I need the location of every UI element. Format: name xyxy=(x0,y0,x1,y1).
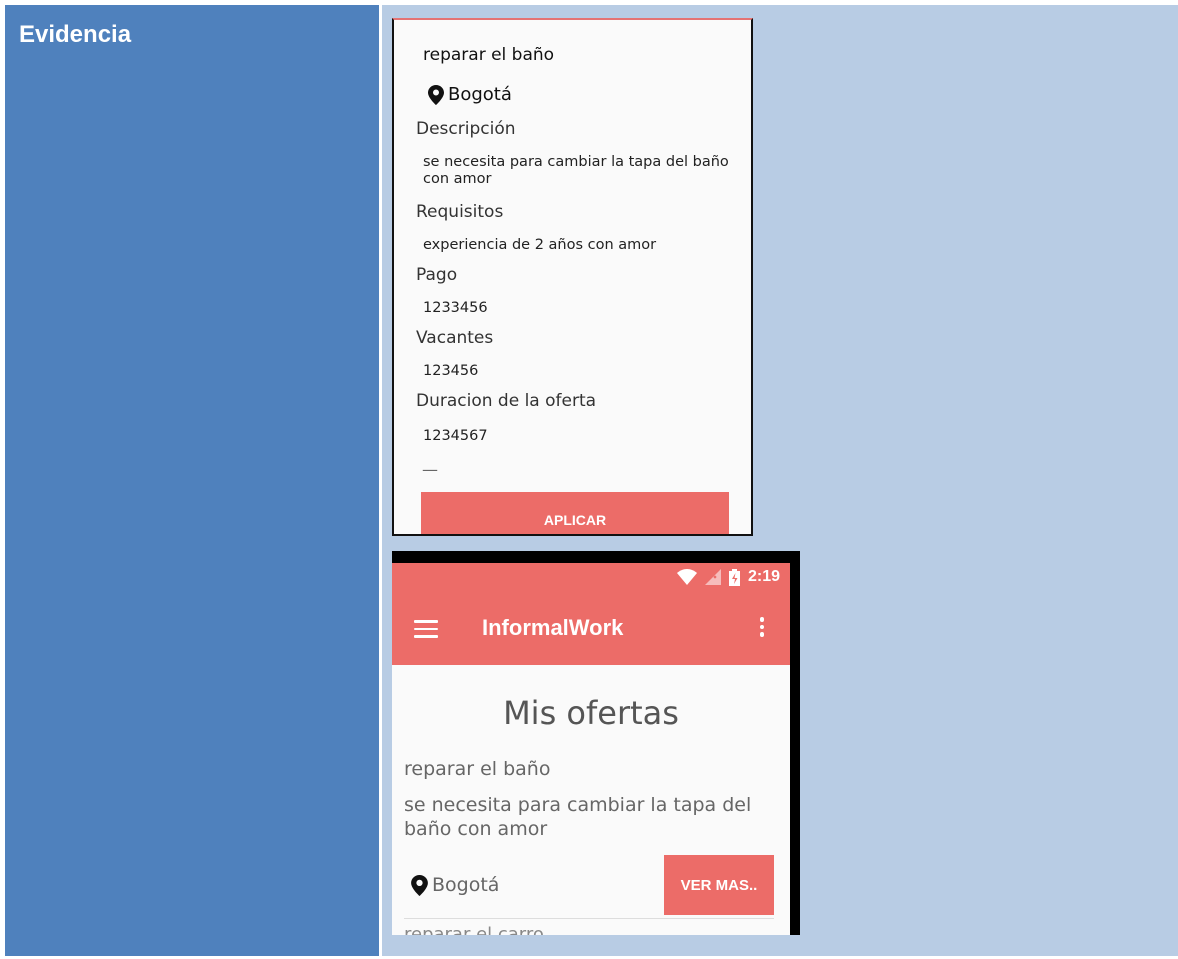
app-title: InformalWork xyxy=(482,615,624,640)
label-cell: Evidencia xyxy=(5,5,382,956)
battery-icon xyxy=(728,568,740,586)
page-title: Mis ofertas xyxy=(503,694,679,732)
offer-title: reparar el baño xyxy=(423,45,555,65)
evidence-table: Evidencia reparar el baño Bogotá Descrip… xyxy=(5,5,1178,956)
offer-card-description: se necesita para cambiar la tapa del bañ… xyxy=(404,794,752,840)
requirements-header: Requisitos xyxy=(416,202,504,222)
my-offers-screenshot: 2:19 InformalWork Mis ofertas reparar el… xyxy=(392,551,800,935)
vacancies-header: Vacantes xyxy=(416,328,494,348)
location-pin-icon xyxy=(428,84,444,105)
list-divider xyxy=(404,918,774,919)
offers-content: Mis ofertas reparar el baño se necesita … xyxy=(392,665,790,935)
hamburger-menu-icon[interactable] xyxy=(414,620,438,638)
duration-header: Duracion de la oferta xyxy=(416,391,597,411)
apply-button[interactable]: APLICAR xyxy=(421,492,729,534)
vacancies-value: 123456 xyxy=(423,363,479,379)
evidence-cell: reparar el baño Bogotá Descripción se ne… xyxy=(382,5,1178,956)
evidence-label: Evidencia xyxy=(19,21,132,48)
payment-header: Pago xyxy=(416,265,458,285)
payment-value: 1233456 xyxy=(423,300,488,316)
status-time: 2:19 xyxy=(747,568,780,585)
offer-detail-screenshot: reparar el baño Bogotá Descripción se ne… xyxy=(392,18,753,536)
description-value: se necesita para cambiar la tapa del bañ… xyxy=(423,154,729,187)
wifi-icon xyxy=(676,569,697,585)
description-header: Descripción xyxy=(416,119,516,139)
offer-location-text: Bogotá xyxy=(448,84,512,105)
offer-card-location-text: Bogotá xyxy=(432,874,500,896)
status-icons: 2:19 xyxy=(676,568,780,586)
app-bar: InformalWork xyxy=(392,593,790,665)
divider-dash: — xyxy=(422,460,438,479)
offer-card-title: reparar el baño xyxy=(404,758,551,780)
status-bar: 2:19 xyxy=(392,563,790,593)
offer-card-location: Bogotá xyxy=(411,874,499,896)
requirements-value: experiencia de 2 años con amor xyxy=(423,237,657,253)
signal-icon xyxy=(704,569,721,585)
next-offer-title: reparar el carro xyxy=(404,924,544,935)
location-pin-icon xyxy=(411,874,428,896)
phone-screen: 2:19 InformalWork Mis ofertas reparar el… xyxy=(392,563,790,935)
duration-value: 1234567 xyxy=(423,428,488,444)
see-more-button[interactable]: VER MAS.. xyxy=(664,855,774,915)
more-options-icon[interactable] xyxy=(759,617,765,641)
offer-location: Bogotá xyxy=(428,84,512,105)
